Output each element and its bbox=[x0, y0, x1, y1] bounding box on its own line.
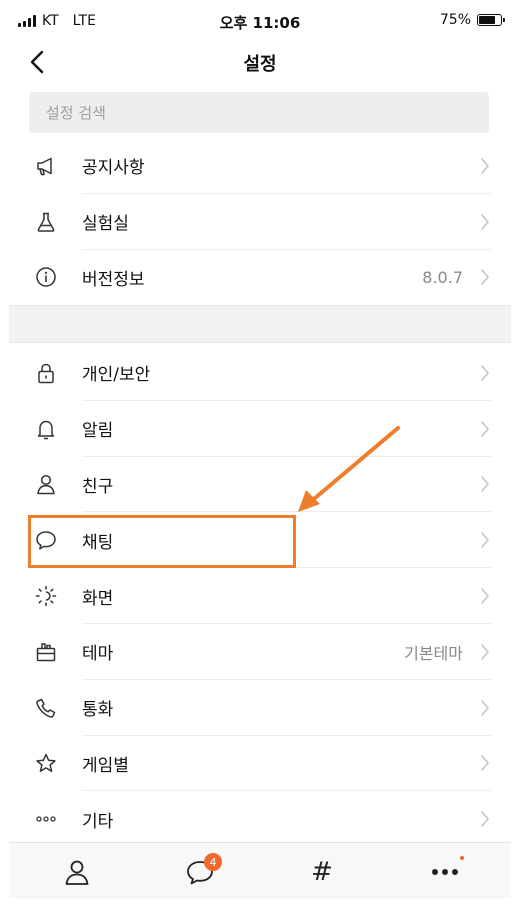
chevron-right-icon bbox=[480, 475, 490, 493]
chevron-right-icon bbox=[480, 420, 490, 438]
bell-icon bbox=[35, 418, 57, 440]
tab-hashtag[interactable]: # bbox=[292, 843, 352, 900]
settings-item-value: 8.0.7 bbox=[422, 267, 463, 287]
chevron-right-icon bbox=[480, 810, 490, 828]
more-dots-icon bbox=[35, 808, 57, 830]
settings-item-label: 화면 bbox=[82, 588, 114, 609]
chevron-right-icon bbox=[480, 754, 490, 772]
tab-chats[interactable]: 4 bbox=[170, 843, 230, 900]
annotation-arrow bbox=[298, 426, 400, 512]
settings-item-call[interactable]: 통화 bbox=[0, 680, 520, 736]
search-input[interactable] bbox=[29, 92, 489, 133]
settings-item-label: 버전정보 bbox=[82, 269, 145, 290]
settings-item-theme[interactable]: 테마 기본테마 bbox=[0, 624, 520, 680]
megaphone-icon bbox=[35, 155, 57, 177]
settings-item-label: 기타 bbox=[82, 811, 114, 832]
settings-item-games[interactable]: 게임별 bbox=[0, 736, 520, 792]
settings-item-version[interactable]: 버전정보 8.0.7 bbox=[0, 250, 520, 306]
settings-item-label: 공지사항 bbox=[82, 158, 145, 179]
battery-percent: 75% bbox=[439, 12, 471, 28]
settings-item-lab[interactable]: 실험실 bbox=[0, 194, 520, 250]
tab-bar: 4 # bbox=[9, 842, 511, 899]
status-bar: KT LTE 오후 11:06 75% bbox=[0, 0, 520, 44]
settings-item-label: 게임별 bbox=[82, 755, 129, 776]
new-dot bbox=[460, 856, 464, 860]
chevron-right-icon bbox=[480, 157, 490, 175]
chevron-right-icon bbox=[480, 364, 490, 382]
section-divider bbox=[9, 305, 511, 343]
chat-highlight-box bbox=[28, 515, 296, 568]
star-icon bbox=[35, 752, 57, 774]
settings-item-notifications[interactable]: 알림 bbox=[0, 401, 520, 457]
person-icon bbox=[65, 860, 89, 885]
tab-more[interactable] bbox=[415, 843, 475, 900]
unread-badge: 4 bbox=[204, 853, 222, 871]
page-title: 설정 bbox=[243, 54, 277, 75]
settings-item-friends[interactable]: 친구 bbox=[0, 457, 520, 513]
more-dots-icon bbox=[432, 868, 458, 875]
settings-item-label: 개인/보안 bbox=[82, 365, 151, 386]
flask-icon bbox=[35, 211, 57, 233]
brightness-icon bbox=[35, 585, 57, 607]
settings-item-value: 기본테마 bbox=[404, 643, 463, 663]
settings-item-privacy[interactable]: 개인/보안 bbox=[0, 345, 520, 401]
info-icon bbox=[35, 266, 57, 288]
battery-icon bbox=[477, 14, 505, 26]
tab-friends[interactable] bbox=[47, 843, 107, 900]
chevron-right-icon bbox=[480, 699, 490, 717]
settings-item-label: 테마 bbox=[82, 644, 114, 665]
person-icon bbox=[35, 473, 57, 495]
settings-item-label: 알림 bbox=[82, 421, 114, 442]
chevron-right-icon bbox=[480, 268, 490, 286]
settings-item-label: 통화 bbox=[82, 700, 114, 721]
theme-icon bbox=[35, 641, 57, 663]
chevron-right-icon bbox=[480, 643, 490, 661]
nav-bar: 설정 bbox=[0, 44, 520, 82]
phone-icon bbox=[35, 697, 57, 719]
chevron-right-icon bbox=[480, 531, 490, 549]
settings-item-label: 실험실 bbox=[82, 214, 129, 235]
settings-item-display[interactable]: 화면 bbox=[0, 568, 520, 624]
settings-section-main: 개인/보안 알림 친구 채팅 화면 테마 기본테마 통화 게임별 기타 bbox=[0, 345, 520, 847]
lock-icon bbox=[35, 362, 57, 384]
chevron-right-icon bbox=[480, 587, 490, 605]
settings-item-notice[interactable]: 공지사항 bbox=[0, 138, 520, 194]
hashtag-icon: # bbox=[311, 856, 333, 887]
status-right: 75% bbox=[439, 12, 505, 28]
settings-item-label: 친구 bbox=[82, 476, 114, 497]
search-box[interactable] bbox=[29, 92, 489, 133]
chevron-right-icon bbox=[480, 213, 490, 231]
settings-section-info: 공지사항실험실버전정보 8.0.7 bbox=[0, 138, 520, 305]
settings-item-etc[interactable]: 기타 bbox=[0, 791, 520, 847]
